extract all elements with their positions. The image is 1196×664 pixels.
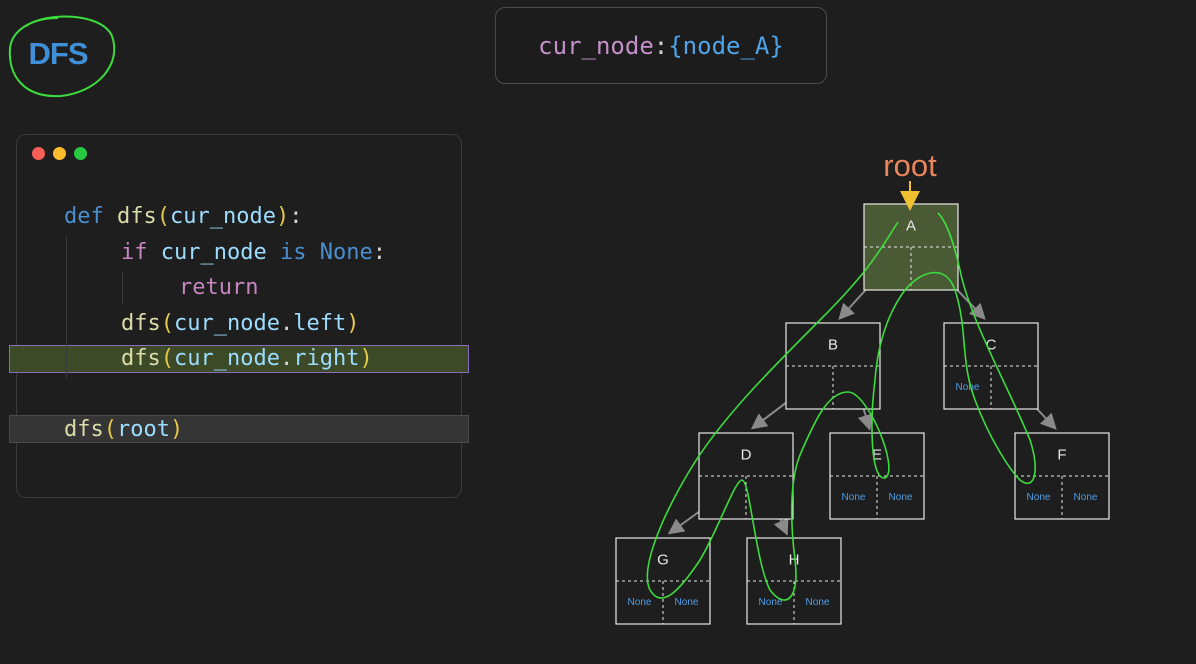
tree-node-B: B [785,322,881,410]
node-label-F: F [1057,447,1066,464]
tree-node-F: F None None [1014,432,1110,520]
node-H-right-none: None [806,597,830,608]
node-label-A: A [906,218,916,235]
node-E-left-none: None [842,492,866,503]
node-label-G: G [657,552,669,569]
tree-node-G: G None None [615,537,711,625]
node-label-D: D [741,447,752,464]
node-label-B: B [828,337,838,354]
node-F-left-none: None [1027,492,1051,503]
tree-node-E: ENone None [829,432,925,520]
node-E-right-none: None [889,492,913,503]
node-C-left-none: None [956,382,980,393]
binary-tree-diagram: AB CNoneD ENone NoneFNone NoneGNone NoneHNone… [615,148,1110,625]
tree-node-C: CNone [943,322,1039,410]
tree-node-D: D [698,432,794,520]
node-G-left-none: None [628,597,652,608]
node-G-right-none: None [675,597,699,608]
node-F-right-none: None [1074,492,1098,503]
tree-node-A: A [863,203,959,291]
root-label: root [883,148,937,183]
